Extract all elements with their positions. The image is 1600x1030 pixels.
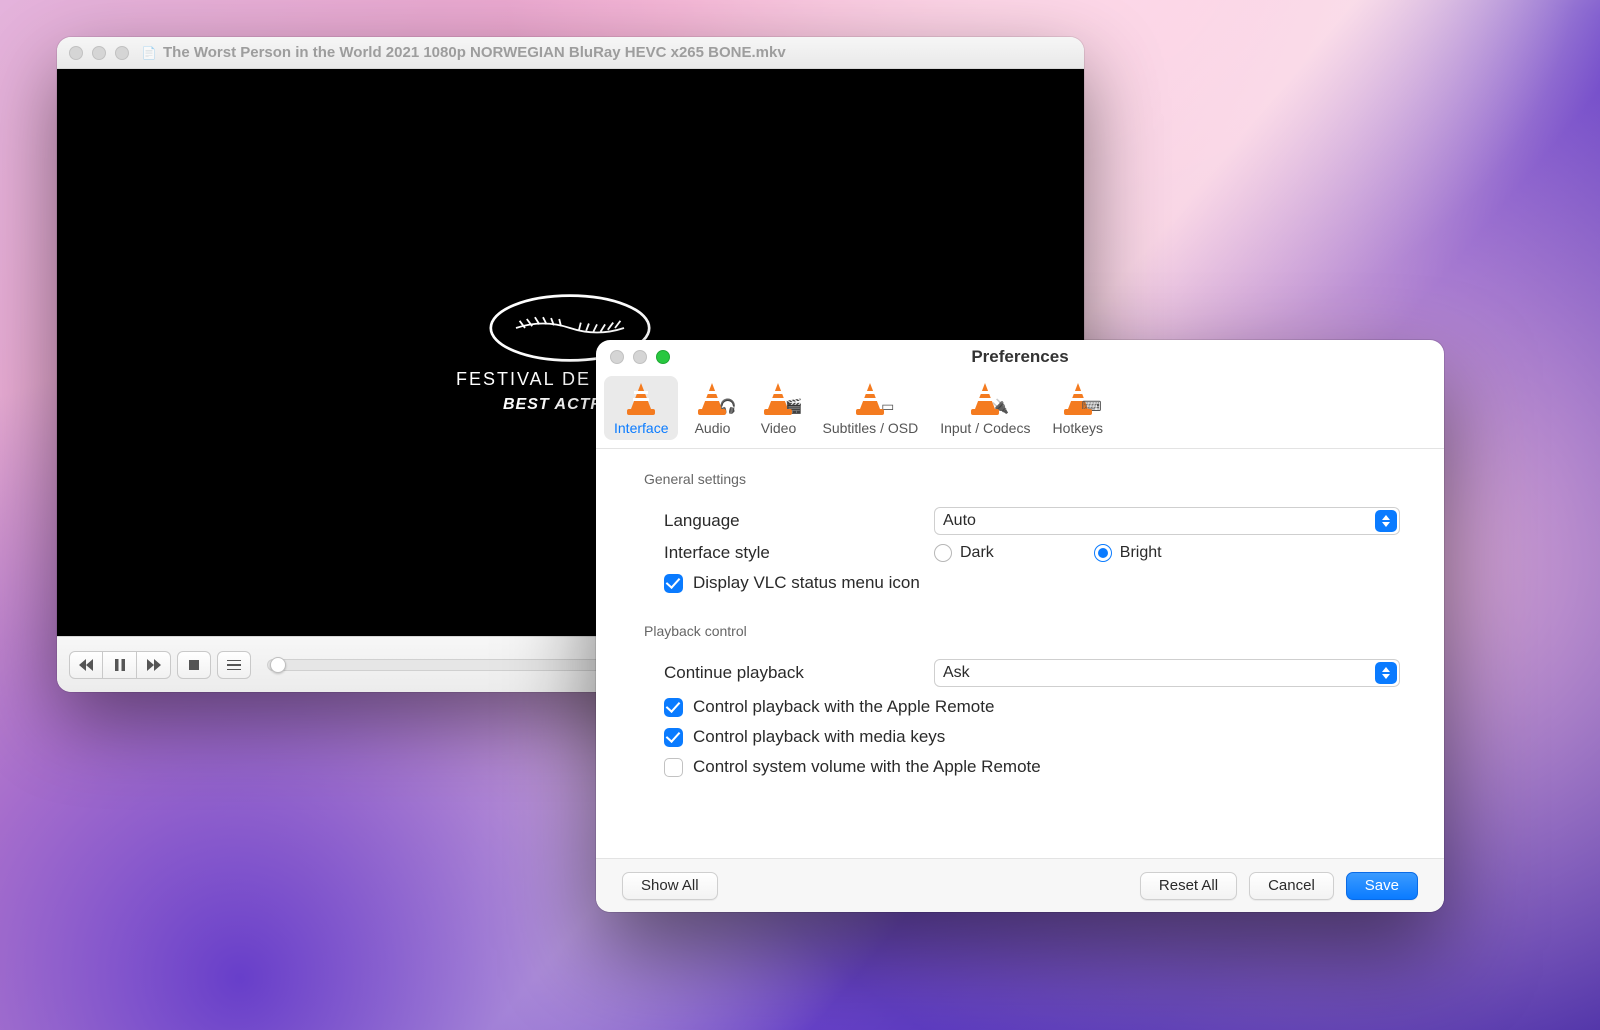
checkbox-media-keys-label: Control playback with media keys	[693, 727, 945, 747]
close-button[interactable]	[610, 350, 624, 364]
prefs-toolbar: Interface 🎧 Audio 🎬 Video ▭ Subtitles / …	[596, 374, 1444, 449]
tab-label: Audio	[695, 420, 731, 436]
close-button[interactable]	[69, 46, 83, 60]
minimize-button[interactable]	[92, 46, 106, 60]
forward-button[interactable]	[137, 651, 171, 679]
tab-input-codecs[interactable]: 🔌 Input / Codecs	[930, 376, 1040, 440]
save-button[interactable]: Save	[1346, 872, 1418, 900]
language-value: Auto	[943, 512, 976, 530]
playlist-button[interactable]	[217, 651, 251, 679]
style-label: Interface style	[664, 543, 916, 563]
tab-hotkeys[interactable]: ⌨ Hotkeys	[1042, 376, 1113, 440]
prefs-footer: Show All Reset All Cancel Save	[596, 858, 1444, 912]
progress-knob[interactable]	[270, 657, 286, 673]
section-general-label: General settings	[644, 471, 1400, 487]
tab-video[interactable]: 🎬 Video	[746, 376, 810, 440]
language-label: Language	[664, 511, 916, 531]
checkbox-system-volume[interactable]	[664, 758, 683, 777]
checkbox-media-keys[interactable]	[664, 728, 683, 747]
checkbox-system-volume-label: Control system volume with the Apple Rem…	[693, 757, 1041, 777]
minimize-button[interactable]	[633, 350, 647, 364]
cone-icon	[619, 380, 663, 416]
prefs-title: Preferences	[596, 347, 1444, 367]
tab-interface[interactable]: Interface	[604, 376, 678, 440]
show-all-button[interactable]: Show All	[622, 872, 718, 900]
checkbox-status-icon-label: Display VLC status menu icon	[693, 573, 920, 593]
language-select[interactable]: Auto	[934, 507, 1400, 535]
chevron-updown-icon	[1375, 662, 1397, 684]
tab-label: Interface	[614, 420, 668, 436]
continue-select[interactable]: Ask	[934, 659, 1400, 687]
tab-label: Subtitles / OSD	[822, 420, 918, 436]
radio-dark-label: Dark	[960, 544, 994, 562]
cone-keys-icon: ⌨	[1056, 380, 1100, 416]
checkbox-apple-remote-label: Control playback with the Apple Remote	[693, 697, 994, 717]
cone-board-icon: ▭	[848, 380, 892, 416]
cone-glasses-icon: 🎬	[756, 380, 800, 416]
tab-label: Video	[761, 420, 797, 436]
continue-label: Continue playback	[664, 663, 916, 683]
prefs-content: General settings Language Auto Interface…	[596, 449, 1444, 858]
zoom-button[interactable]	[656, 350, 670, 364]
radio-icon	[934, 544, 952, 562]
continue-value: Ask	[943, 664, 970, 682]
checkbox-apple-remote[interactable]	[664, 698, 683, 717]
prefs-titlebar: Preferences	[596, 340, 1444, 374]
radio-bright-label: Bright	[1120, 544, 1162, 562]
radio-icon	[1094, 544, 1112, 562]
checkbox-status-icon[interactable]	[664, 574, 683, 593]
tab-label: Hotkeys	[1052, 420, 1103, 436]
tab-label: Input / Codecs	[940, 420, 1030, 436]
cone-headphones-icon: 🎧	[690, 380, 734, 416]
chevron-updown-icon	[1375, 510, 1397, 532]
player-title: The Worst Person in the World 2021 1080p…	[163, 44, 786, 61]
preferences-window: Preferences Interface 🎧 Audio 🎬 Video ▭ …	[596, 340, 1444, 912]
cone-plug-icon: 🔌	[963, 380, 1007, 416]
player-titlebar: 📄 The Worst Person in the World 2021 108…	[57, 37, 1084, 69]
cancel-button[interactable]: Cancel	[1249, 872, 1334, 900]
tab-subtitles[interactable]: ▭ Subtitles / OSD	[812, 376, 928, 440]
radio-dark[interactable]: Dark	[934, 544, 994, 562]
zoom-button[interactable]	[115, 46, 129, 60]
reset-all-button[interactable]: Reset All	[1140, 872, 1237, 900]
section-playback-label: Playback control	[644, 623, 1400, 639]
rewind-button[interactable]	[69, 651, 103, 679]
pause-button[interactable]	[103, 651, 137, 679]
document-icon: 📄	[141, 45, 157, 61]
tab-audio[interactable]: 🎧 Audio	[680, 376, 744, 440]
stop-button[interactable]	[177, 651, 211, 679]
radio-bright[interactable]: Bright	[1094, 544, 1162, 562]
